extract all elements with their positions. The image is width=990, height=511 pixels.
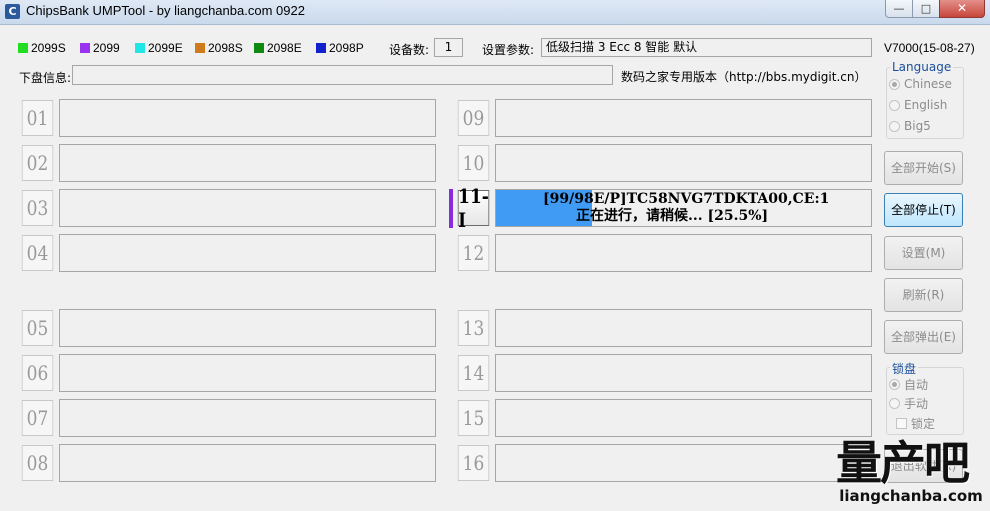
lock-option-manual[interactable]: 手动 — [889, 395, 928, 412]
radio-label: 自动 — [904, 378, 929, 392]
lock-option-auto[interactable]: 自动 — [889, 376, 928, 393]
legend-item-2099s: 2099S — [18, 41, 66, 55]
legend-swatch — [316, 43, 326, 53]
start-all-button[interactable]: 全部开始(S) — [884, 151, 963, 185]
language-option-big5[interactable]: Big5 — [889, 119, 931, 133]
legend-item-2098p: 2098P — [316, 41, 364, 55]
port-02-status — [59, 144, 436, 182]
legend-item-2099: 2099 — [80, 41, 120, 55]
radio-label: Chinese — [904, 77, 952, 91]
port-05-number: 05 — [21, 310, 54, 346]
radio-icon — [889, 398, 900, 409]
legend-swatch — [135, 43, 145, 53]
progress-line-2: 正在进行，请稍候... [25.5%] — [576, 208, 769, 224]
radio-icon — [889, 379, 900, 390]
port-06-number: 06 — [21, 355, 54, 391]
device-count-field: 1 — [434, 38, 463, 57]
legend-swatch — [18, 43, 28, 53]
radio-label: Big5 — [904, 119, 931, 133]
port-11-number[interactable]: 11-I — [457, 184, 490, 232]
port-07-status — [59, 399, 436, 437]
port-04-status — [59, 234, 436, 272]
active-port-marker — [449, 189, 453, 228]
port-15-status — [495, 399, 872, 437]
port-04-number: 04 — [21, 235, 54, 271]
port-02-number: 02 — [21, 145, 54, 181]
settings-param-field: 低级扫描 3 Ecc 8 智能 默认 — [541, 38, 872, 57]
stop-all-button[interactable]: 全部停止(T) — [884, 193, 963, 227]
udisk-info-field — [72, 65, 613, 85]
progress-text: [99/98E/P]TC58NVG7TDKTA00,CE:1 正在进行，请稍候.… — [543, 191, 829, 225]
watermark-url: liangchanba.com — [839, 487, 983, 505]
port-15-number: 15 — [457, 400, 490, 436]
watermark-logo: 量产吧 — [836, 436, 970, 490]
port-16-status — [495, 444, 872, 482]
legend-swatch — [195, 43, 205, 53]
port-14-status — [495, 354, 872, 392]
legend-label: 2098S — [208, 41, 243, 55]
port-06-status — [59, 354, 436, 392]
settings-param-label: 设置参数: — [482, 43, 535, 57]
legend-swatch — [80, 43, 90, 53]
port-16-number: 16 — [457, 445, 490, 481]
language-option-chinese[interactable]: Chinese — [889, 77, 952, 91]
port-13-status — [495, 309, 872, 347]
port-13-number: 13 — [457, 310, 490, 346]
port-12-number: 12 — [457, 235, 490, 271]
port-12-status — [495, 234, 872, 272]
port-03-status — [59, 189, 436, 227]
port-05-status — [59, 309, 436, 347]
port-08-status — [59, 444, 436, 482]
port-11-status: [99/98E/P]TC58NVG7TDKTA00,CE:1 正在进行，请稍候.… — [495, 189, 872, 227]
port-09-number: 09 — [457, 100, 490, 136]
radio-label: 手动 — [904, 397, 929, 411]
legend-label: 2099E — [148, 41, 183, 55]
port-07-number: 07 — [21, 400, 54, 436]
port-01-status — [59, 99, 436, 137]
udisk-info-label: 下盘信息: — [19, 71, 72, 85]
port-08-number: 08 — [21, 445, 54, 481]
language-option-english[interactable]: English — [889, 98, 947, 112]
version-label: V7000(15-08-27) — [884, 41, 975, 55]
maximize-button[interactable]: □ — [912, 0, 940, 18]
port-01-number: 01 — [21, 100, 54, 136]
legend-label: 2099 — [93, 41, 120, 55]
legend-label: 2099S — [31, 41, 66, 55]
edition-text: 数码之家专用版本（http://bbs.mydigit.cn） — [621, 70, 867, 84]
window-title: ChipsBank UMPTool - by liangchanba.com 0… — [26, 3, 305, 18]
legend-item-2099e: 2099E — [135, 41, 183, 55]
refresh-button[interactable]: 刷新(R) — [884, 278, 963, 312]
legend-label: 2098E — [267, 41, 302, 55]
port-09-status — [495, 99, 872, 137]
minimize-button[interactable]: — — [885, 0, 913, 18]
legend-swatch — [254, 43, 264, 53]
port-10-number: 10 — [457, 145, 490, 181]
progress-line-1: [99/98E/P]TC58NVG7TDKTA00,CE:1 — [543, 191, 830, 207]
close-button[interactable]: ✕ — [939, 0, 985, 18]
radio-icon — [889, 120, 900, 132]
lock-group-title: 锁盘 — [890, 360, 919, 377]
radio-label: English — [904, 98, 948, 112]
lock-checkbox[interactable]: 锁定 — [896, 415, 935, 432]
legend-label: 2098P — [329, 41, 364, 55]
device-count-label: 设备数: — [389, 43, 430, 57]
legend-item-2098s: 2098S — [195, 41, 243, 55]
legend-item-2098e: 2098E — [254, 41, 302, 55]
port-14-number: 14 — [457, 355, 490, 391]
checkbox-label: 锁定 — [911, 417, 936, 431]
app-icon: C — [5, 4, 20, 19]
port-03-number: 03 — [21, 190, 54, 226]
settings-button[interactable]: 设置(M) — [884, 236, 963, 270]
eject-all-button[interactable]: 全部弹出(E) — [884, 320, 963, 354]
checkbox-icon — [896, 418, 907, 429]
language-group-title: Language — [890, 60, 954, 74]
port-10-status — [495, 144, 872, 182]
radio-icon — [889, 78, 900, 90]
radio-icon — [889, 99, 900, 111]
